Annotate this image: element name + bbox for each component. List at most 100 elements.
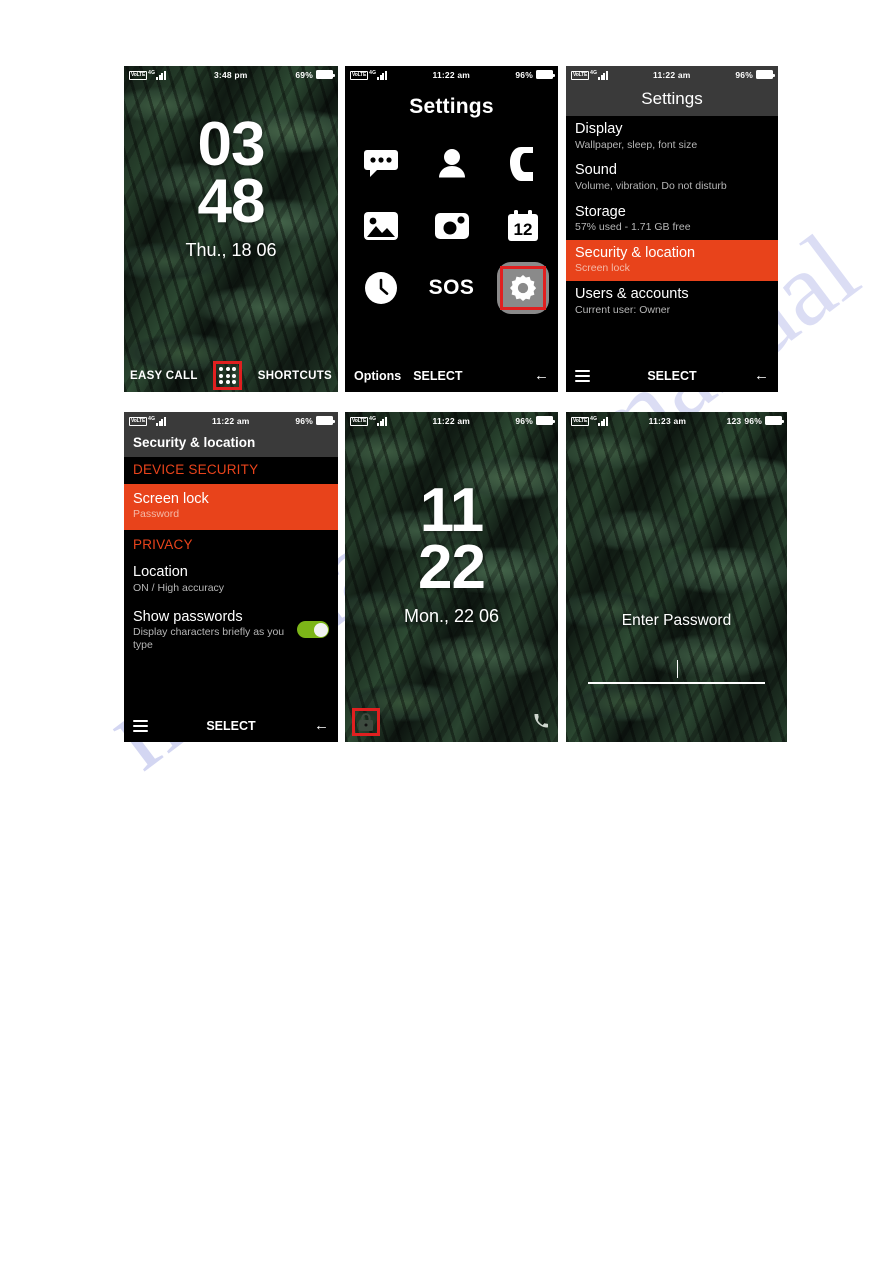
lockscreen-clock: 11 22 Mon., 22 06 bbox=[345, 479, 558, 627]
hamburger-menu-icon[interactable] bbox=[133, 717, 148, 735]
battery-percent-label: 96% bbox=[735, 69, 753, 80]
list-item-title: Show passwords bbox=[133, 608, 243, 625]
calendar-icon: 12 bbox=[507, 210, 538, 241]
status-right: 123 96% bbox=[726, 415, 784, 426]
soft-key-bar: SELECT ← bbox=[566, 359, 778, 392]
hamburger-menu-icon[interactable] bbox=[575, 367, 590, 385]
page-root: manual manual VoLTE 4G 3:48 pm 69% 03 48 bbox=[0, 0, 893, 1263]
lockscreen-clock: 03 48 Thu., 18 06 bbox=[124, 110, 338, 261]
softkey-shortcuts[interactable]: SHORTCUTS bbox=[258, 370, 332, 382]
app-icon-gallery[interactable] bbox=[353, 198, 409, 254]
settings-list: Display Wallpaper, sleep, font size Soun… bbox=[566, 116, 778, 322]
clock-minutes: 22 bbox=[418, 533, 486, 603]
app-icon-messages[interactable] bbox=[353, 136, 409, 192]
gear-icon bbox=[509, 275, 536, 301]
app-grid-icon[interactable] bbox=[219, 367, 237, 384]
network-type-label: 4G bbox=[148, 69, 156, 76]
lock-icon bbox=[359, 713, 373, 731]
phone-handset-icon[interactable] bbox=[534, 713, 548, 733]
softkey-select[interactable]: SELECT bbox=[148, 719, 314, 733]
signal-bars-icon bbox=[598, 416, 608, 426]
list-item-title: Users & accounts bbox=[575, 286, 689, 303]
message-bubble-icon bbox=[363, 150, 398, 177]
status-clock: 11:23 am bbox=[648, 415, 687, 426]
volte-icon: VoLTE bbox=[129, 70, 148, 80]
screenshot-enter-password: VoLTE 4G 11:23 am 123 96% Enter Password bbox=[566, 412, 787, 742]
volte-icon: VoLTE bbox=[350, 70, 369, 80]
back-arrow-icon[interactable]: ← bbox=[314, 717, 329, 734]
list-item-location[interactable]: Location ON / High accuracy bbox=[124, 558, 338, 602]
show-passwords-toggle[interactable] bbox=[297, 621, 329, 639]
back-arrow-icon[interactable]: ← bbox=[754, 367, 769, 384]
softkey-select[interactable]: SELECT bbox=[413, 369, 462, 383]
back-arrow-icon[interactable]: ← bbox=[534, 367, 549, 384]
page-title: Settings bbox=[566, 83, 778, 116]
list-item-display[interactable]: Display Wallpaper, sleep, font size bbox=[566, 116, 778, 157]
svg-text:12: 12 bbox=[513, 220, 532, 239]
screenshot-settings-list: VoLTE 4G 11:22 am 96% Settings Display W… bbox=[566, 66, 778, 392]
battery-percent-label: 69% bbox=[295, 69, 313, 80]
app-grid-highlight-box bbox=[213, 361, 243, 390]
battery-icon bbox=[765, 416, 784, 425]
list-item-title: Display bbox=[575, 121, 623, 137]
battery-percent-label: 96% bbox=[515, 415, 533, 426]
battery-percent-label: 96% bbox=[515, 69, 533, 80]
screenshot-grid: VoLTE 4G 3:48 pm 69% 03 48 Thu., 18 06 E… bbox=[0, 0, 893, 780]
photo-image-icon bbox=[363, 212, 398, 240]
section-title: PRIVACY bbox=[133, 536, 193, 552]
app-icon-sos[interactable]: SOS bbox=[424, 260, 480, 316]
list-item-title: Sound bbox=[575, 162, 617, 179]
status-right: 96% bbox=[735, 69, 775, 80]
app-icon-contacts[interactable] bbox=[424, 136, 480, 192]
app-icon-calendar[interactable]: 12 bbox=[495, 198, 551, 254]
list-item-show-passwords[interactable]: Show passwords Display characters briefl… bbox=[124, 603, 338, 658]
app-icon-camera[interactable] bbox=[424, 198, 480, 254]
list-item-subtitle: 57% used - 1.71 GB free bbox=[575, 221, 691, 234]
signal-bars-icon bbox=[156, 416, 166, 426]
status-left: VoLTE 4G bbox=[129, 70, 166, 80]
volte-icon: VoLTE bbox=[129, 416, 148, 426]
status-left: VoLTE 4G bbox=[350, 70, 387, 80]
list-item-users-accounts[interactable]: Users & accounts Current user: Owner bbox=[566, 281, 778, 322]
phone-handset-icon bbox=[509, 147, 533, 181]
app-grid: 12 SOS bbox=[345, 133, 558, 319]
network-type-label: 4G bbox=[590, 415, 598, 422]
text-caret bbox=[676, 660, 678, 678]
list-item-subtitle: Volume, vibration, Do not disturb bbox=[575, 179, 727, 192]
clock-date: Thu., 18 06 bbox=[185, 240, 277, 261]
battery-icon bbox=[536, 416, 555, 425]
battery-icon bbox=[536, 70, 555, 79]
status-left: VoLTE 4G bbox=[129, 416, 166, 426]
screenshot-settings-grid: VoLTE 4G 11:22 am 96% Settings 12 SOS Op… bbox=[345, 66, 558, 392]
enter-password-label: Enter Password bbox=[621, 612, 732, 629]
screenshot-locked-screen: VoLTE 4G 11:22 am 96% 11 22 Mon., 22 06 bbox=[345, 412, 558, 742]
signal-bars-icon bbox=[598, 70, 608, 80]
soft-key-bar: SELECT ← bbox=[124, 709, 338, 742]
status-left: VoLTE 4G bbox=[571, 416, 608, 426]
list-item-screen-lock[interactable]: Screen lock Password bbox=[124, 483, 338, 530]
app-icon-settings[interactable] bbox=[495, 260, 551, 316]
softkey-easy-call[interactable]: EASY CALL bbox=[130, 370, 198, 382]
list-item-subtitle: Current user: Owner bbox=[575, 303, 671, 316]
softkey-select[interactable]: SELECT bbox=[590, 369, 754, 383]
password-input[interactable] bbox=[588, 660, 765, 684]
signal-bars-icon bbox=[377, 70, 387, 80]
app-icon-clock[interactable] bbox=[353, 260, 409, 316]
list-item-security-location[interactable]: Security & location Screen lock bbox=[566, 239, 778, 282]
list-item-title: Location bbox=[133, 564, 188, 581]
softkey-options[interactable]: Options bbox=[354, 369, 401, 383]
battery-icon bbox=[316, 70, 335, 79]
list-item-title: Screen lock bbox=[133, 490, 209, 507]
status-bar: VoLTE 4G 11:22 am 96% bbox=[566, 66, 778, 83]
app-icon-phone[interactable] bbox=[495, 136, 551, 192]
status-bar: VoLTE 4G 3:48 pm 69% bbox=[124, 66, 338, 83]
clock-hours: 03 bbox=[197, 110, 266, 179]
volte-icon: VoLTE bbox=[571, 416, 590, 426]
lock-highlight-box bbox=[352, 708, 380, 736]
list-item-sound[interactable]: Sound Volume, vibration, Do not disturb bbox=[566, 157, 778, 198]
list-item-storage[interactable]: Storage 57% used - 1.71 GB free bbox=[566, 199, 778, 240]
volte-icon: VoLTE bbox=[571, 70, 590, 80]
status-extra-label: 123 bbox=[726, 415, 742, 426]
battery-icon bbox=[756, 70, 775, 79]
network-type-label: 4G bbox=[590, 69, 598, 76]
